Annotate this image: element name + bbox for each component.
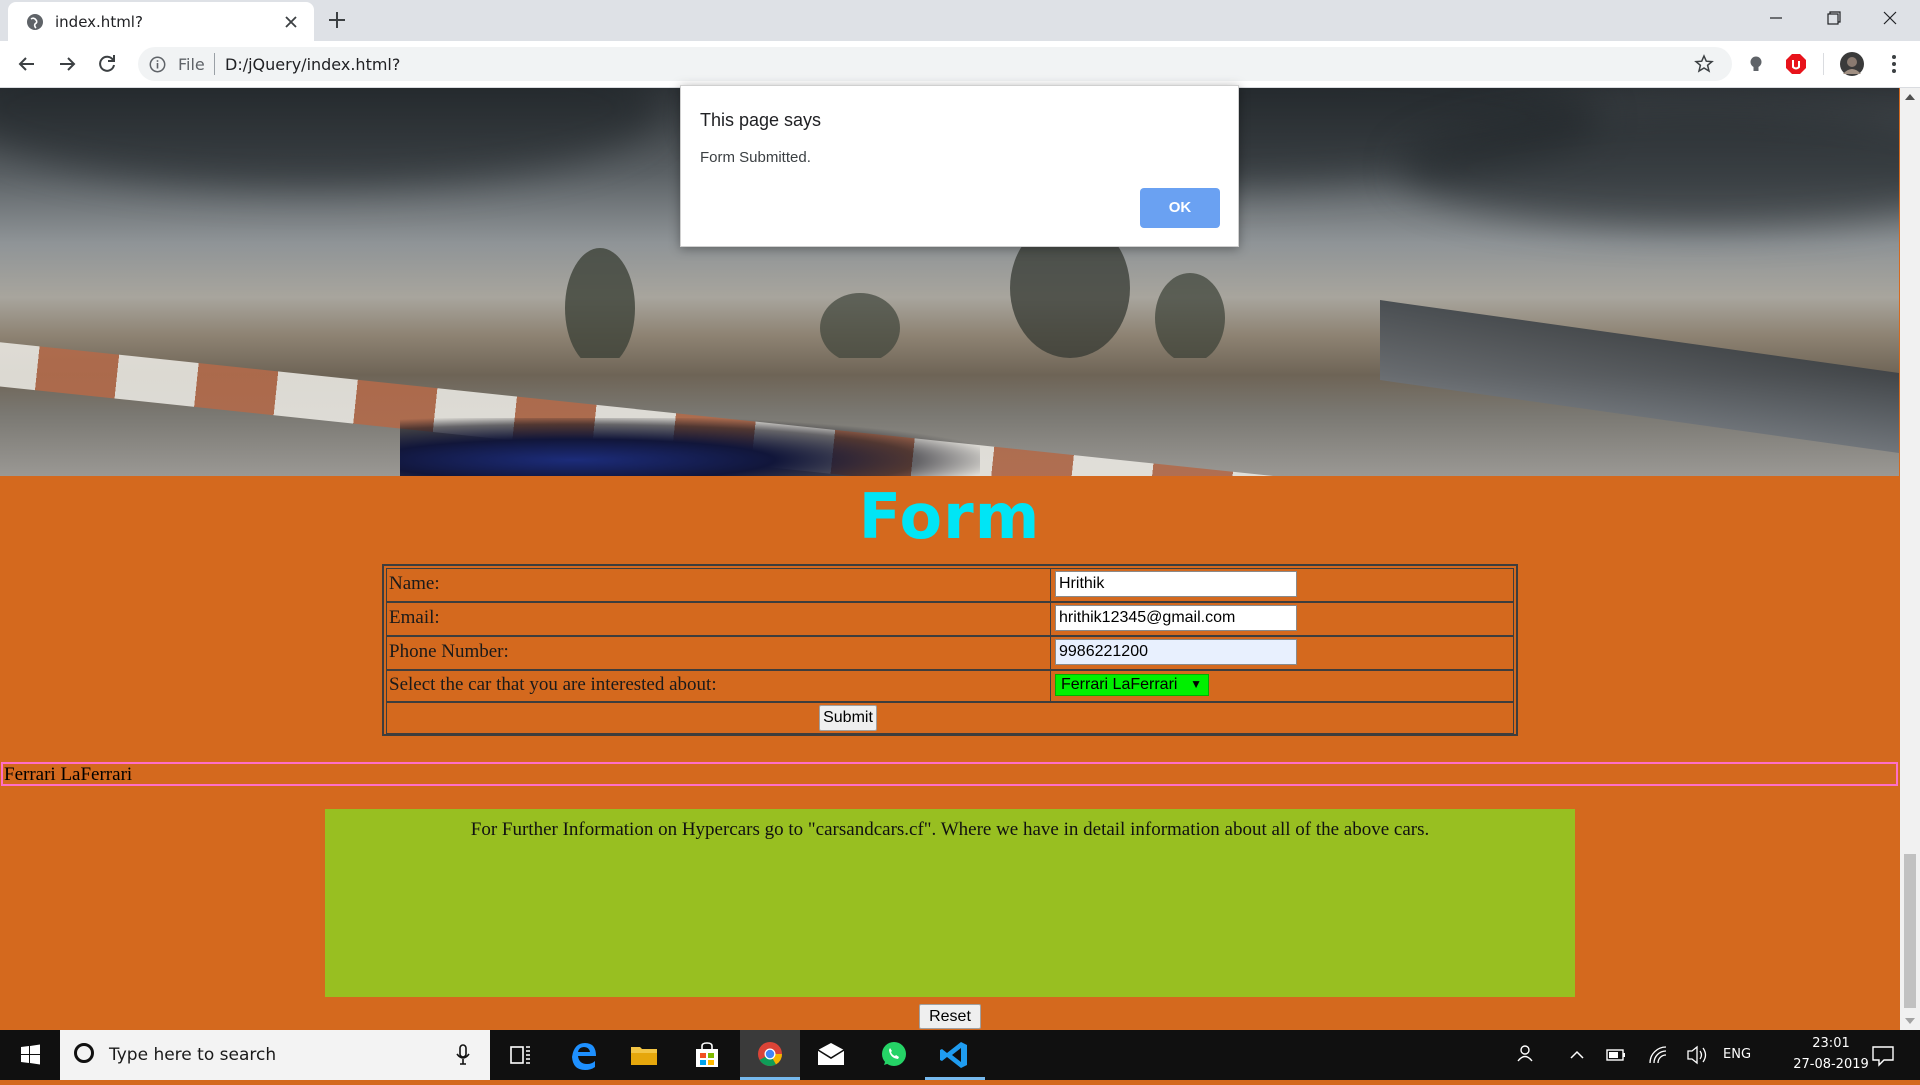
clock-time[interactable]: 23:01	[1789, 1036, 1873, 1051]
name-label: Name:	[389, 573, 440, 594]
phone-label: Phone Number:	[389, 641, 509, 662]
chevron-up-icon[interactable]	[1565, 1030, 1589, 1080]
tree-silhouettes	[565, 238, 1225, 358]
label-cell: Email:	[387, 603, 1051, 635]
battery-icon[interactable]	[1604, 1030, 1628, 1080]
search-placeholder: Type here to search	[109, 1045, 277, 1065]
address-bar[interactable]: File D:/jQuery/index.html?	[138, 47, 1732, 81]
adblock-icon[interactable]	[1785, 53, 1807, 75]
phone-row: Phone Number: 9986221200	[386, 636, 1514, 670]
dialog-heading: This page says	[700, 110, 822, 130]
bookmark-star-icon[interactable]	[1694, 54, 1714, 74]
info-icon[interactable]	[149, 56, 166, 73]
info-text: For Further Information on Hypercars go …	[470, 819, 1430, 840]
toolbar-divider	[1823, 53, 1824, 75]
reload-icon[interactable]	[94, 51, 120, 77]
tab-title: index.html?	[55, 13, 143, 31]
volume-icon[interactable]	[1684, 1030, 1710, 1080]
car-select[interactable]: Ferrari LaFerrari ▼	[1055, 674, 1209, 696]
browser-toolbar: File D:/jQuery/index.html?	[0, 41, 1920, 88]
globe-icon	[27, 14, 43, 30]
selected-car-output: Ferrari LaFerrari	[1, 762, 1898, 786]
cortana-icon	[74, 1043, 94, 1063]
label-cell: Select the car that you are interested a…	[387, 671, 1051, 701]
close-tab-icon[interactable]	[283, 14, 299, 30]
form-table: Name: Hrithik Email: hrithik12345@gmail.…	[382, 564, 1518, 736]
extension-bulb-icon[interactable]	[1745, 53, 1767, 75]
submit-row: Submit	[386, 702, 1514, 734]
alert-dialog: This page says Form Submitted. OK	[680, 85, 1239, 247]
phone-input[interactable]: 9986221200	[1055, 639, 1297, 665]
dropdown-arrow-icon: ▼	[1190, 677, 1202, 691]
scroll-up-arrow[interactable]	[1905, 94, 1915, 100]
scroll-down-arrow[interactable]	[1905, 1018, 1915, 1024]
email-row: Email: hrithik12345@gmail.com	[386, 602, 1514, 636]
url-scheme: File	[178, 55, 205, 74]
new-tab-icon[interactable]	[326, 9, 348, 31]
car-row: Select the car that you are interested a…	[386, 670, 1514, 702]
url-text[interactable]: D:/jQuery/index.html?	[225, 55, 400, 74]
profile-avatar[interactable]	[1840, 52, 1864, 76]
tab-strip: index.html?	[0, 0, 1920, 41]
minimize-icon[interactable]	[1761, 6, 1791, 30]
windows-taskbar: Type here to search ENG 23:01 27-08-2019	[0, 1030, 1920, 1080]
chrome-icon	[758, 1042, 782, 1067]
grandstand	[1380, 300, 1899, 456]
label-cell: Phone Number:	[387, 637, 1051, 669]
language-indicator[interactable]: ENG	[1723, 1047, 1751, 1062]
name-input[interactable]: Hrithik	[1055, 571, 1297, 597]
restore-icon[interactable]	[1818, 6, 1848, 30]
taskbar-search[interactable]: Type here to search	[60, 1030, 490, 1080]
close-window-icon[interactable]	[1875, 6, 1905, 30]
wifi-icon[interactable]	[1646, 1030, 1670, 1080]
menu-kebab-icon[interactable]	[1883, 53, 1905, 75]
page-scrollbar[interactable]	[1900, 88, 1920, 1030]
race-car	[400, 418, 980, 476]
submit-button[interactable]: Submit	[819, 705, 877, 731]
browser-tab[interactable]: index.html?	[8, 2, 314, 41]
car-select-value: Ferrari LaFerrari	[1061, 676, 1178, 693]
file-explorer-icon[interactable]	[614, 1030, 674, 1080]
form-title: Form	[858, 480, 1041, 553]
back-icon[interactable]	[14, 51, 40, 77]
notifications-icon[interactable]	[1866, 1030, 1900, 1080]
task-view-icon[interactable]	[490, 1030, 550, 1080]
scroll-thumb[interactable]	[1904, 854, 1916, 1008]
chrome-taskbar-button[interactable]	[740, 1030, 800, 1080]
edge-icon[interactable]	[554, 1030, 614, 1080]
reset-button[interactable]: Reset	[919, 1004, 981, 1029]
windows-start-icon[interactable]	[0, 1030, 60, 1080]
name-row: Name: Hrithik	[386, 568, 1514, 602]
email-input[interactable]: hrithik12345@gmail.com	[1055, 605, 1297, 631]
microphone-icon[interactable]	[455, 1044, 471, 1066]
store-icon[interactable]	[677, 1030, 737, 1080]
selected-car-text: Ferrari LaFerrari	[4, 764, 133, 785]
ok-button[interactable]: OK	[1140, 188, 1220, 228]
vscode-icon[interactable]	[925, 1030, 985, 1080]
url-separator	[214, 53, 215, 75]
forward-icon[interactable]	[54, 51, 80, 77]
dialog-message: Form Submitted.	[700, 149, 811, 166]
car-label: Select the car that you are interested a…	[389, 674, 717, 695]
info-box: For Further Information on Hypercars go …	[325, 809, 1575, 997]
mail-icon[interactable]	[801, 1030, 861, 1080]
whatsapp-icon[interactable]	[864, 1030, 924, 1080]
email-label: Email:	[389, 607, 440, 628]
label-cell: Name:	[387, 569, 1051, 601]
people-icon[interactable]	[1511, 1030, 1541, 1080]
